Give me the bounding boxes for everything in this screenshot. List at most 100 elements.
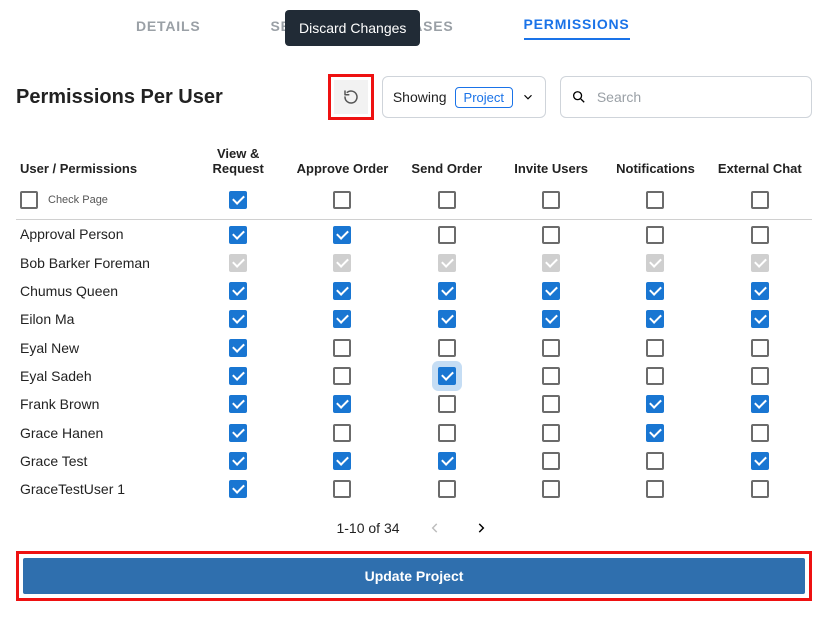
chevron-right-icon [474, 521, 488, 535]
col-send: Send Order [395, 140, 499, 186]
discard-button[interactable] [334, 80, 368, 114]
checkbox[interactable] [751, 367, 769, 385]
checkbox[interactable] [542, 367, 560, 385]
checkbox[interactable] [646, 452, 664, 470]
table-row: Grace Test [16, 447, 812, 475]
checkbox[interactable] [229, 395, 247, 413]
page-prev[interactable] [424, 517, 446, 539]
checkbox[interactable] [646, 191, 664, 209]
tab-details[interactable]: DETAILS [136, 18, 200, 40]
checkbox[interactable] [229, 310, 247, 328]
checkbox[interactable] [229, 282, 247, 300]
checkbox[interactable] [751, 339, 769, 357]
checkbox[interactable] [751, 226, 769, 244]
checkbox[interactable] [646, 395, 664, 413]
checkbox[interactable] [751, 424, 769, 442]
checkbox[interactable] [646, 424, 664, 442]
col-view: View & Request [186, 140, 290, 186]
checkbox[interactable] [229, 424, 247, 442]
undo-icon [342, 88, 360, 106]
checkbox[interactable] [542, 310, 560, 328]
checkbox [438, 254, 456, 272]
checkbox[interactable] [751, 395, 769, 413]
checkbox[interactable] [333, 191, 351, 209]
table-row: Approval Person [16, 220, 812, 249]
checkbox[interactable] [646, 310, 664, 328]
checkbox[interactable] [751, 191, 769, 209]
page-range: 1-10 of 34 [336, 520, 399, 536]
checkbox[interactable] [333, 226, 351, 244]
checkbox[interactable] [438, 191, 456, 209]
table-row: GraceTestUser 1 [16, 475, 812, 503]
checkbox [646, 254, 664, 272]
chevron-left-icon [428, 521, 442, 535]
col-approve: Approve Order [290, 140, 394, 186]
search-box[interactable] [560, 76, 812, 118]
checkbox[interactable] [333, 282, 351, 300]
checkbox[interactable] [333, 339, 351, 357]
pagination: 1-10 of 34 [16, 517, 812, 539]
checkbox[interactable] [542, 480, 560, 498]
search-input[interactable] [595, 88, 801, 106]
showing-label: Showing [393, 89, 447, 105]
checkbox [751, 254, 769, 272]
checkbox[interactable] [542, 395, 560, 413]
col-user: User / Permissions [16, 140, 186, 186]
search-icon [571, 88, 587, 106]
checkbox[interactable] [646, 226, 664, 244]
checkbox[interactable] [751, 282, 769, 300]
page-next[interactable] [470, 517, 492, 539]
checkbox[interactable] [229, 191, 247, 209]
checkbox[interactable] [438, 282, 456, 300]
checkbox[interactable] [229, 367, 247, 385]
checkbox[interactable] [646, 339, 664, 357]
tab-permissions[interactable]: PERMISSIONS [524, 16, 630, 40]
table-row: Bob Barker Foreman [16, 249, 812, 277]
checkbox[interactable] [751, 480, 769, 498]
checkbox[interactable] [333, 452, 351, 470]
user-name: Grace Hanen [16, 418, 186, 446]
user-name: Eyal New [16, 333, 186, 361]
checkbox[interactable] [438, 424, 456, 442]
checkbox[interactable] [438, 339, 456, 357]
checkbox[interactable] [751, 310, 769, 328]
checkbox[interactable] [542, 339, 560, 357]
checkbox[interactable] [438, 395, 456, 413]
checkbox[interactable] [333, 424, 351, 442]
checkbox[interactable] [542, 191, 560, 209]
checkbox[interactable] [229, 480, 247, 498]
checkbox[interactable] [333, 395, 351, 413]
checkbox[interactable] [229, 226, 247, 244]
checkbox[interactable] [542, 452, 560, 470]
user-name: GraceTestUser 1 [16, 475, 186, 503]
checkbox[interactable] [542, 282, 560, 300]
checkbox[interactable] [438, 480, 456, 498]
update-highlight: Update Project [16, 551, 812, 601]
user-name: Frank Brown [16, 390, 186, 418]
checkbox[interactable] [542, 424, 560, 442]
checkbox[interactable] [542, 226, 560, 244]
check-page-checkbox[interactable] [20, 191, 38, 209]
showing-selector[interactable]: Showing Project [382, 76, 546, 118]
checkbox[interactable] [646, 480, 664, 498]
table-row: Eyal Sadeh [16, 362, 812, 390]
checkbox[interactable] [438, 367, 456, 385]
checkbox[interactable] [438, 226, 456, 244]
checkbox[interactable] [229, 339, 247, 357]
checkbox[interactable] [751, 452, 769, 470]
discard-highlight [328, 74, 374, 120]
table-row: Frank Brown [16, 390, 812, 418]
checkbox[interactable] [438, 310, 456, 328]
checkbox[interactable] [333, 480, 351, 498]
checkbox[interactable] [229, 452, 247, 470]
user-name: Chumus Queen [16, 277, 186, 305]
update-project-button[interactable]: Update Project [23, 558, 805, 594]
checkbox[interactable] [333, 310, 351, 328]
checkbox[interactable] [646, 367, 664, 385]
checkbox[interactable] [438, 452, 456, 470]
col-ext: External Chat [708, 140, 812, 186]
table-row: Eyal New [16, 333, 812, 361]
header-row: Permissions Per User Showing Project [16, 74, 812, 120]
checkbox[interactable] [646, 282, 664, 300]
checkbox[interactable] [333, 367, 351, 385]
